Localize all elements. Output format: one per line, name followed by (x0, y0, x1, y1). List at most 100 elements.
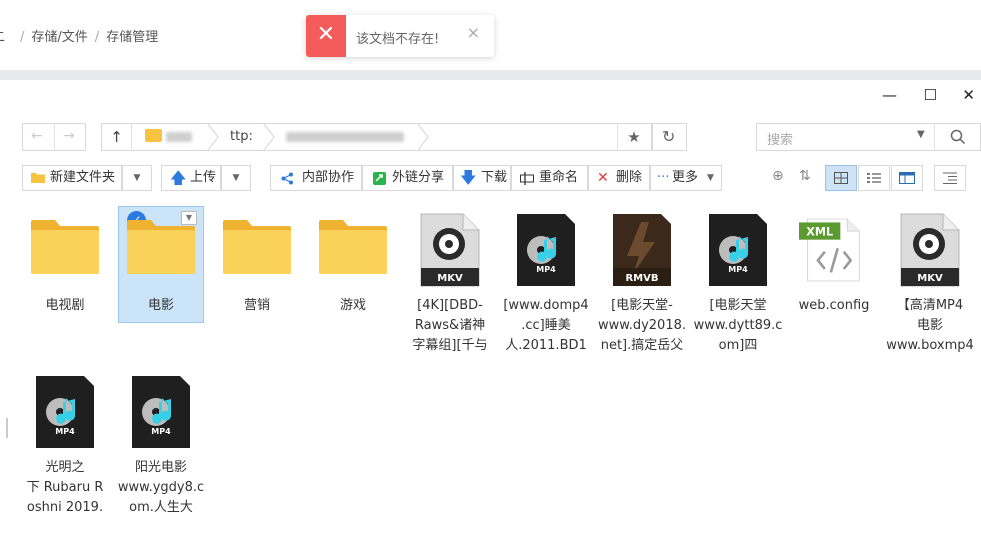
file-name: 营销 (243, 298, 270, 313)
mp4-file-icon: MP4 (517, 214, 575, 286)
new-folder-label: 新建文件夹 (50, 170, 116, 185)
svg-text:MP4: MP4 (151, 427, 171, 436)
more-label: 更多 (672, 170, 699, 185)
toast-close-button[interactable]: × (467, 23, 480, 42)
mp4-file-icon: MP4 (132, 376, 190, 448)
new-folder-dropdown[interactable]: ▼ (122, 165, 152, 191)
indent-icon (943, 172, 957, 184)
search-icon (950, 129, 965, 145)
xml-file-icon: XML (799, 218, 860, 282)
file-name: [电影天堂 www.dytt89.c om]四 (693, 298, 783, 353)
folder-icon (31, 220, 99, 274)
folder-icon (223, 220, 291, 274)
download-button[interactable]: 🡇 下载 (453, 165, 511, 191)
path-bar[interactable]: ↑ ttp: ★ (101, 123, 652, 151)
mp4-file-icon: MP4 (709, 214, 767, 286)
minimize-button[interactable]: — (882, 86, 897, 104)
large-icon-view-button[interactable] (825, 165, 857, 191)
more-button[interactable]: ··· 更多 ▼ (650, 165, 722, 191)
internal-collab-label: 内部协作 (302, 170, 355, 185)
folder-icon (145, 129, 162, 142)
internal-collab-button[interactable]: 内部协作 (270, 165, 362, 191)
details-pane-button[interactable] (934, 165, 966, 191)
list-icon (867, 173, 881, 183)
download-label: 下载 (481, 170, 508, 185)
svg-text:MP4: MP4 (55, 427, 75, 436)
new-folder-button[interactable]: 新建文件夹 (22, 165, 122, 191)
nav-buttons: ← → (22, 123, 86, 151)
svg-text:RMVB: RMVB (625, 273, 658, 284)
delete-button[interactable]: ✕ 删除 (588, 165, 650, 191)
svg-text:XML: XML (806, 225, 833, 238)
breadcrumb: 二 / 存储/文件 / 存储管理 (0, 26, 158, 45)
up-button[interactable]: ↑ (102, 124, 132, 150)
external-share-button[interactable]: 外链分享 (362, 165, 453, 191)
download-arrow-icon: 🡇 (460, 168, 477, 187)
divider-band (0, 70, 981, 80)
svg-text:MP4: MP4 (536, 265, 556, 274)
upload-arrow-icon: 🡅 (170, 168, 187, 187)
search-box[interactable]: 搜索 ▼ (756, 123, 981, 151)
maximize-button[interactable]: ☐ (924, 86, 937, 104)
rmvb-file-icon: RMVB (613, 214, 671, 286)
back-button[interactable]: ← (31, 128, 43, 144)
path-segment-protocol[interactable]: ttp: (230, 129, 253, 144)
breadcrumb-item-root[interactable]: 二 (0, 26, 5, 45)
scrollbar-handle[interactable] (6, 418, 8, 438)
file-name: 电视剧 (45, 298, 85, 313)
star-icon[interactable]: ★ (617, 124, 650, 150)
split-pane-icon (899, 172, 915, 184)
breadcrumb-item-storage-management: 存储管理 (106, 30, 159, 45)
chevron-down-icon[interactable]: ▼ (917, 129, 925, 140)
close-icon: ✕ (306, 15, 346, 57)
search-button[interactable] (934, 124, 980, 150)
share-icon (281, 172, 293, 185)
svg-text:MKV: MKV (917, 273, 943, 284)
grid-icon (834, 172, 848, 184)
split-view-button[interactable] (891, 165, 923, 191)
mp4-file-icon: MP4 (36, 376, 94, 448)
error-toast: ✕ 该文档不存在! × (306, 15, 494, 57)
breadcrumb-separator: / (94, 30, 100, 45)
delete-x-icon: ✕ (597, 170, 609, 186)
chevron-right-icon (417, 124, 429, 150)
rename-button[interactable]: 重命名 (511, 165, 588, 191)
refresh-button[interactable]: ↻ (652, 123, 687, 151)
file-name: [4K][DBD- Raws&诸神 字幕组][千与 (412, 298, 488, 353)
toast-message: 该文档不存在! (356, 32, 440, 47)
list-view-button[interactable] (858, 165, 890, 191)
breadcrumb-item-storage-files[interactable]: 存储/文件 (31, 26, 87, 45)
search-placeholder: 搜索 (767, 133, 794, 148)
chevron-right-icon (207, 124, 219, 150)
mkv-file-icon: MKV (420, 213, 480, 287)
svg-text:MKV: MKV (437, 273, 463, 284)
file-name: [电影天堂- www.dy2018. net].搞定岳父 (598, 298, 686, 353)
upload-button[interactable]: 🡅 上传 (161, 165, 221, 191)
file-name: 【高清MP4 电影 www.boxmp4 (886, 298, 974, 353)
folder-icon (319, 220, 387, 274)
rename-label: 重命名 (539, 170, 579, 185)
file-name: 光明之 下 Rubaru R oshni 2019. (26, 460, 104, 515)
path-segment-redacted (166, 132, 192, 142)
chevron-right-icon (263, 124, 275, 150)
folder-icon (31, 173, 45, 183)
file-name: web.config (798, 298, 870, 313)
rename-icon (520, 172, 534, 185)
file-name: 阳光电影 www.ygdy8.c om.人生大 (117, 460, 205, 515)
divider (54, 124, 55, 150)
window-close-button[interactable]: ✕ (962, 86, 975, 104)
mkv-file-icon: MKV (900, 213, 960, 287)
refresh-icon: ↻ (662, 127, 676, 146)
more-dots-icon: ··· (657, 170, 670, 185)
chevron-down-icon: ▼ (707, 173, 714, 183)
folder-icon (127, 220, 195, 274)
zoom-icon[interactable]: ⊕ (772, 168, 784, 184)
upload-dropdown[interactable]: ▼ (221, 165, 251, 191)
sort-icon[interactable]: ⇅ (799, 168, 811, 184)
forward-button[interactable]: → (63, 128, 75, 144)
file-manager-window: — ☐ ✕ ← → ↑ ttp: ★ ↻ 搜索 ▼ 新建文件夹 ▼ 🡅 上传 ▼… (0, 80, 981, 546)
external-share-label: 外链分享 (392, 170, 445, 185)
file-name: 电影 (147, 298, 174, 313)
link-share-icon (373, 172, 386, 185)
file-name: 游戏 (339, 298, 366, 313)
